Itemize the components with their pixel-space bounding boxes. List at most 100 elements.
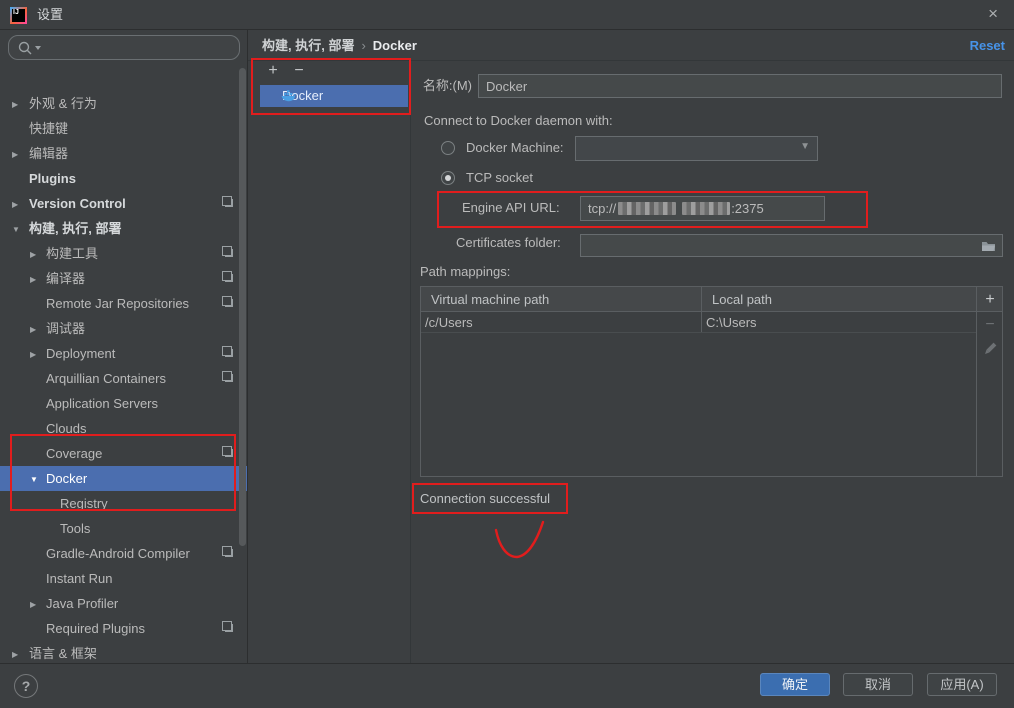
- sidebar-item-required-plugins[interactable]: Required Plugins: [0, 616, 248, 641]
- search-input[interactable]: [8, 35, 240, 60]
- expand-arrow-icon[interactable]: ▶: [12, 192, 18, 217]
- sidebar-item-外观-行为[interactable]: ▶ 外观 & 行为: [0, 91, 248, 116]
- reset-link[interactable]: Reset: [970, 30, 1005, 61]
- engine-api-url-field[interactable]: tcp:// :2375: [580, 196, 825, 221]
- add-docker-button[interactable]: +: [264, 62, 282, 80]
- modified-settings-icon: [225, 624, 233, 632]
- edit-mapping-icon[interactable]: [977, 339, 1003, 359]
- expand-arrow-icon[interactable]: ▶: [12, 642, 18, 663]
- sidebar-item-registry[interactable]: Registry: [0, 491, 248, 516]
- sidebar-item-docker[interactable]: ▼Docker: [0, 466, 248, 491]
- expand-arrow-icon[interactable]: ▶: [30, 317, 36, 342]
- sidebar-item-编译器[interactable]: ▶ 编译器: [0, 266, 248, 291]
- tcp-socket-radio[interactable]: [441, 171, 455, 185]
- sidebar-item-label: 外观 & 行为: [29, 96, 97, 111]
- settings-dialog: IJ 设置 × ▶ 外观 & 行为快捷键▶编辑器Plugins▶Version C…: [0, 0, 1014, 708]
- expand-arrow-icon[interactable]: ▶: [30, 267, 36, 292]
- breadcrumb: 构建, 执行, 部署›Docker: [262, 30, 417, 61]
- path-mappings-label: Path mappings:: [420, 261, 510, 283]
- sidebar-item-deployment[interactable]: ▶ Deployment: [0, 341, 248, 366]
- sidebar-item-label: 编译器: [46, 271, 85, 286]
- breadcrumb-parent[interactable]: 构建, 执行, 部署: [262, 38, 354, 53]
- sidebar-item-instant-run[interactable]: Instant Run: [0, 566, 248, 591]
- path-mappings-table: Virtual machine path Local path /c/Users…: [420, 286, 1003, 477]
- sidebar-scrollbar[interactable]: [239, 68, 246, 546]
- ok-button[interactable]: 确定: [760, 673, 830, 696]
- sidebar-item-label: Gradle-Android Compiler: [46, 546, 190, 561]
- sidebar-item-clouds[interactable]: Clouds: [0, 416, 248, 441]
- sidebar-item-coverage[interactable]: Coverage: [0, 441, 248, 466]
- close-icon[interactable]: ×: [984, 0, 1002, 30]
- sidebar-item-label: 构建工具: [46, 246, 98, 261]
- column-header-local-path[interactable]: Local path: [702, 287, 978, 312]
- expand-arrow-icon[interactable]: ▶: [30, 342, 36, 367]
- modified-settings-icon: [225, 449, 233, 457]
- expand-arrow-icon[interactable]: ▶: [12, 92, 18, 117]
- engine-api-url-suffix: :2375: [731, 201, 764, 216]
- apply-button[interactable]: 应用(A): [927, 673, 997, 696]
- docker-machine-select[interactable]: ▼: [575, 136, 818, 161]
- title-bar: IJ 设置 ×: [0, 0, 1014, 30]
- sidebar-item-label: 构建, 执行, 部署: [29, 221, 121, 236]
- certificates-folder-field[interactable]: [580, 234, 1003, 257]
- sidebar-item-tools[interactable]: Tools: [0, 516, 248, 541]
- docker-whale-icon: [281, 89, 296, 102]
- dropdown-arrow-icon[interactable]: ▼: [800, 141, 810, 152]
- sidebar-item-快捷键[interactable]: 快捷键: [0, 116, 248, 141]
- sidebar-item-label: Instant Run: [46, 571, 113, 586]
- settings-sidebar: ▶外观 & 行为快捷键▶编辑器Plugins▶Version Control▼构…: [0, 30, 248, 663]
- docker-machine-radio[interactable]: [441, 141, 455, 155]
- certificates-folder-label: Certificates folder:: [456, 232, 561, 254]
- collapse-arrow-icon[interactable]: ▼: [30, 467, 38, 492]
- add-mapping-icon[interactable]: +: [977, 288, 1003, 312]
- name-label: 名称:(M): [412, 75, 472, 97]
- sidebar-item-调试器[interactable]: ▶ 调试器: [0, 316, 248, 341]
- help-button[interactable]: ?: [14, 674, 38, 698]
- modified-settings-icon: [225, 249, 233, 257]
- intellij-logo-icon: IJ: [10, 7, 27, 24]
- sidebar-item-语言-框架[interactable]: ▶语言 & 框架: [0, 641, 248, 663]
- list-panel-divider: [410, 61, 411, 663]
- sidebar-item-plugins[interactable]: Plugins: [0, 166, 248, 191]
- sidebar-item-label: Clouds: [46, 421, 86, 436]
- sidebar-item-label: Deployment: [46, 346, 115, 361]
- sidebar-item-java-profiler[interactable]: ▶ Java Profiler: [0, 591, 248, 616]
- name-field[interactable]: [478, 74, 1002, 98]
- footer-divider: [0, 663, 1014, 664]
- sidebar-item-label: Tools: [60, 521, 90, 536]
- remove-mapping-icon[interactable]: −: [977, 313, 1003, 337]
- modified-settings-icon: [225, 549, 233, 557]
- cell-local-path: C:\Users: [702, 312, 977, 333]
- sidebar-item-application-servers[interactable]: Application Servers: [0, 391, 248, 416]
- table-row[interactable]: /c/UsersC:\Users: [421, 312, 977, 333]
- collapse-arrow-icon[interactable]: ▼: [12, 217, 20, 242]
- sidebar-item-version-control[interactable]: ▶Version Control: [0, 191, 248, 216]
- sidebar-item-label: Java Profiler: [46, 596, 118, 611]
- table-toolbar: + −: [976, 287, 1002, 476]
- expand-arrow-icon[interactable]: ▶: [12, 142, 18, 167]
- sidebar-item-构建-执行-部署[interactable]: ▼ 构建, 执行, 部署: [0, 216, 248, 241]
- expand-arrow-icon[interactable]: ▶: [30, 242, 36, 267]
- window-title: 设置: [37, 0, 63, 30]
- sidebar-item-编辑器[interactable]: ▶编辑器: [0, 141, 248, 166]
- redacted-host-part1: [618, 202, 676, 215]
- search-icon: [18, 41, 44, 55]
- sidebar-item-label: 调试器: [46, 321, 85, 336]
- modified-settings-icon: [225, 299, 233, 307]
- sidebar-item-构建工具[interactable]: ▶ 构建工具: [0, 241, 248, 266]
- cancel-button[interactable]: 取消: [843, 673, 913, 696]
- sidebar-item-label: Required Plugins: [46, 621, 145, 636]
- sidebar-item-gradle-android-compiler[interactable]: Gradle-Android Compiler: [0, 541, 248, 566]
- annotation-checkmark: [488, 515, 552, 565]
- settings-tree: ▶外观 & 行为快捷键▶编辑器Plugins▶Version Control▼构…: [0, 30, 248, 663]
- expand-arrow-icon[interactable]: ▶: [30, 592, 36, 617]
- folder-browse-icon[interactable]: [981, 240, 996, 252]
- column-header-vm-path[interactable]: Virtual machine path: [421, 287, 701, 312]
- docker-machine-label: Docker Machine:: [466, 137, 564, 159]
- breadcrumb-current: Docker: [373, 38, 417, 53]
- remove-docker-button[interactable]: −: [290, 62, 308, 80]
- sidebar-item-arquillian-containers[interactable]: Arquillian Containers: [0, 366, 248, 391]
- sidebar-item-remote-jar-repositories[interactable]: Remote Jar Repositories: [0, 291, 248, 316]
- sidebar-item-label: Arquillian Containers: [46, 371, 166, 386]
- tcp-socket-label: TCP socket: [466, 167, 533, 189]
